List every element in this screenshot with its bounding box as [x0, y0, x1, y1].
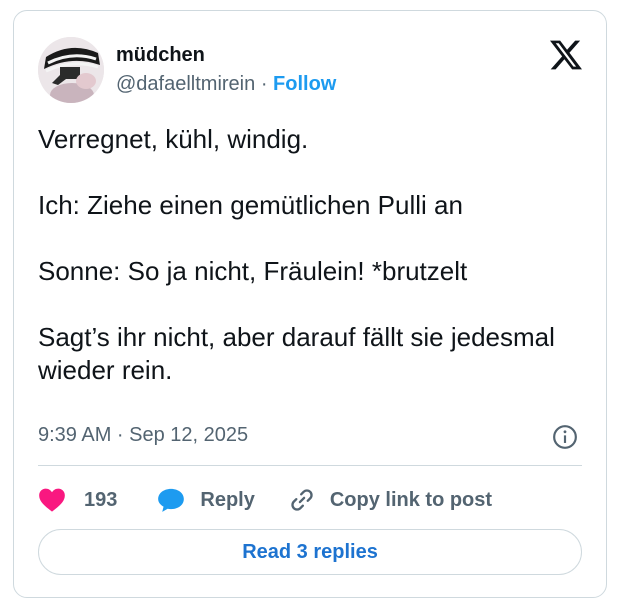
author-name[interactable]: müdchen	[116, 44, 205, 67]
author-handle[interactable]: @dafaelltmirein	[116, 73, 255, 95]
tweet-paragraph: Sagt’s ihr nicht, aber darauf fällt sie …	[38, 322, 555, 385]
tweet-paragraph: Ich: Ziehe einen gemütlichen Pulli an	[38, 190, 463, 220]
read-replies-label: Read 3 replies	[242, 540, 378, 563]
tweet-timestamp[interactable]: 9:39 AM · Sep 12, 2025	[38, 424, 248, 447]
like-button[interactable]: 193	[38, 487, 117, 513]
x-logo-icon[interactable]	[550, 39, 582, 71]
tweet-card: müdchen @dafaelltmirein · Follow Verregn…	[13, 10, 607, 598]
tweet-paragraph: Verregnet, kühl, windig.	[38, 124, 309, 154]
avatar[interactable]	[38, 37, 104, 103]
follow-button[interactable]: Follow	[273, 73, 336, 95]
read-replies-button[interactable]: Read 3 replies	[38, 529, 582, 575]
copy-link-label: Copy link to post	[329, 488, 493, 511]
reply-button[interactable]: Reply	[157, 487, 255, 513]
tweet-paragraph: Sonne: So ja nicht, Fräulein! *brutzelt	[38, 256, 468, 286]
divider	[38, 465, 582, 466]
like-count: 193	[84, 488, 118, 511]
tweet-text: Verregnet, kühl, windig. Ich: Ziehe eine…	[38, 123, 586, 387]
avatar-image	[38, 37, 104, 103]
heart-icon	[39, 488, 65, 512]
info-icon[interactable]	[552, 424, 578, 450]
reply-label: Reply	[200, 488, 255, 511]
author-meta: @dafaelltmirein · Follow	[116, 73, 336, 96]
link-icon	[291, 489, 313, 511]
copy-link-button[interactable]: Copy link to post	[288, 486, 492, 514]
action-bar: 193 Reply Copy link to post	[38, 485, 492, 515]
reply-bubble-icon	[158, 488, 185, 512]
meta-separator: ·	[260, 73, 268, 95]
